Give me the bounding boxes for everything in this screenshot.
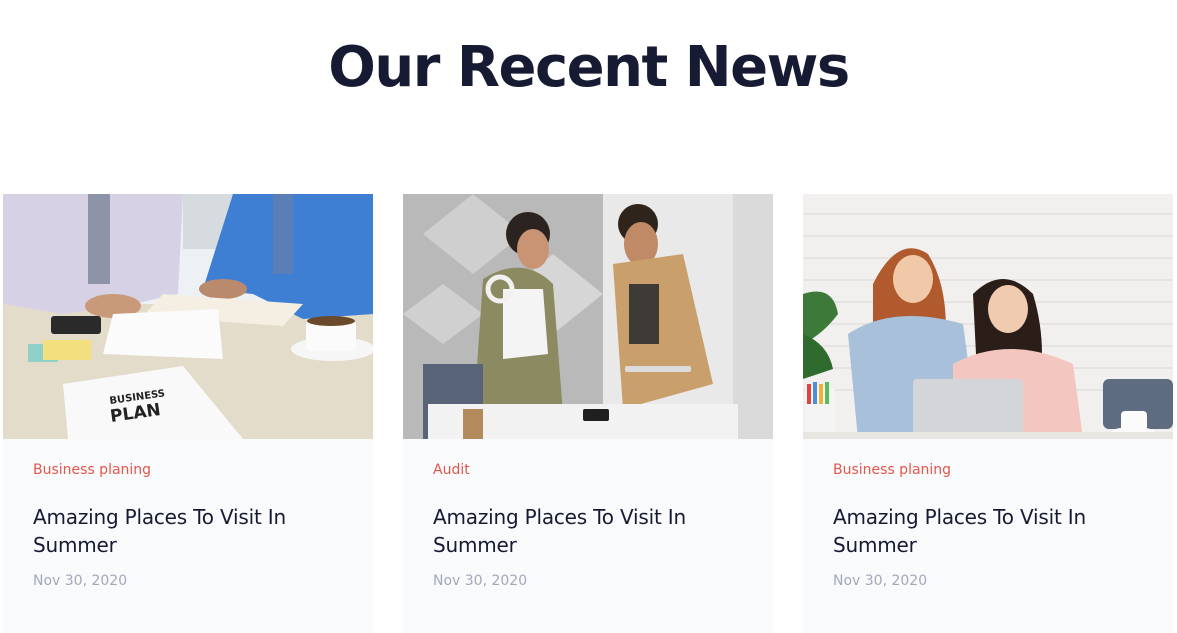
news-card[interactable]: Audit Amazing Places To Visit In Summer …: [403, 194, 773, 633]
recent-news-section: Our Recent News BUSINESS PLAN Business p…: [0, 0, 1177, 633]
business-plan-meeting-image: BUSINESS PLAN: [3, 194, 373, 439]
news-card-title-link[interactable]: Amazing Places To Visit In Summer: [833, 503, 1143, 559]
news-card-category-link[interactable]: Audit: [433, 462, 470, 478]
news-card-title-link[interactable]: Amazing Places To Visit In Summer: [433, 503, 743, 559]
news-card-image-link[interactable]: BUSINESS PLAN: [3, 194, 373, 439]
news-card-image-link[interactable]: [403, 194, 773, 439]
news-card-date: Nov 30, 2020: [433, 573, 528, 589]
audit-colleagues-image: [403, 194, 773, 439]
news-card-date: Nov 30, 2020: [833, 573, 928, 589]
women-laptop-image: [803, 194, 1173, 439]
news-card-image-link[interactable]: [803, 194, 1173, 439]
news-card-list: BUSINESS PLAN Business planing Amazing P…: [3, 194, 1173, 633]
news-card-date: Nov 30, 2020: [33, 573, 128, 589]
news-card[interactable]: BUSINESS PLAN Business planing Amazing P…: [3, 194, 373, 633]
news-card[interactable]: Business planing Amazing Places To Visit…: [803, 194, 1173, 633]
news-card-category-link[interactable]: Business planing: [33, 462, 151, 478]
section-title: Our Recent News: [328, 35, 850, 100]
news-card-title-link[interactable]: Amazing Places To Visit In Summer: [33, 503, 343, 559]
news-card-category-link[interactable]: Business planing: [833, 462, 951, 478]
